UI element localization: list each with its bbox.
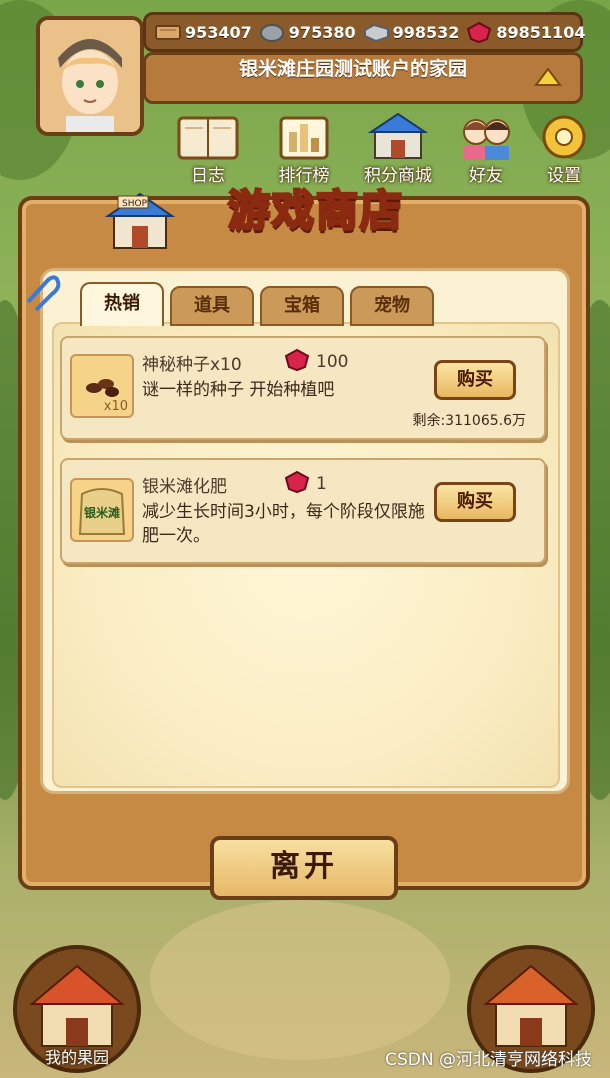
leave-button[interactable]: 离开 [210, 836, 398, 900]
item-name: 神秘种子x10 [142, 355, 242, 375]
iron-icon [362, 21, 390, 43]
my-orchard-label: 我的果园 [44, 1048, 109, 1067]
gem-count: 89851104 [496, 22, 586, 42]
nav-label-friends: 好友 [469, 166, 503, 186]
trophy-board-icon [269, 108, 339, 166]
item-price: 100 [284, 348, 348, 376]
iron-count: 998532 [392, 22, 460, 42]
fertilizer-bag-icon: 银米滩 [70, 478, 134, 542]
shop-item: x10 神秘种子x10 100 谜一样的种子 开始种植吧 购买 剩余:31106… [60, 336, 546, 440]
item-quantity-badge: x10 [103, 399, 128, 414]
tab-hot-sale[interactable]: 热销 [80, 282, 164, 326]
my-orchard-button[interactable]: 我的果园 [12, 944, 142, 1074]
nav-ranking[interactable]: 排行榜 [264, 108, 344, 186]
resource-wood: 953407 [154, 21, 252, 43]
player-avatar[interactable] [36, 16, 144, 136]
item-description: 减少生长时间3小时，每个阶段仅限施肥一次。 [142, 502, 425, 546]
friends-icon [451, 108, 521, 166]
shop-item: 银米滩 银米滩化肥 1 减少生长时间3小时，每个阶段仅限施肥一次。 购买 [60, 458, 546, 564]
buy-button[interactable]: 购买 [434, 360, 516, 400]
gem-icon [284, 348, 310, 376]
item-price-value: 1 [316, 474, 327, 494]
shop-tabs: 热销 道具 宝箱 宠物 [80, 282, 434, 326]
paperclip-icon [18, 268, 64, 314]
bag-label: 银米滩 [83, 506, 120, 520]
points-shop-icon [363, 108, 433, 166]
nav-settings[interactable]: 设置 [524, 108, 604, 186]
gem-icon [284, 470, 310, 498]
buy-button[interactable]: 购买 [434, 482, 516, 522]
item-name: 银米滩化肥 [142, 477, 227, 497]
seeds-icon: x10 [70, 354, 134, 418]
item-description: 谜一样的种子 开始种植吧 [142, 380, 335, 400]
gem-icon [465, 21, 493, 43]
item-price: 1 [284, 470, 327, 498]
resource-bar: 953407 975380 998532 89851104 [143, 12, 585, 52]
tab-pets[interactable]: 宠物 [350, 286, 434, 326]
resource-gem: 89851104 [465, 21, 585, 43]
wood-count: 953407 [185, 22, 252, 42]
watermark: CSDN @河北清亨网络科技 [385, 1050, 592, 1070]
wood-icon [154, 21, 182, 43]
nav-points-shop[interactable]: 积分商城 [358, 108, 438, 186]
svg-text:SHOP: SHOP [122, 199, 148, 209]
book-icon [173, 108, 243, 166]
shop-title: 游戏商店 [226, 185, 404, 237]
nav-label-settings: 设置 [547, 166, 581, 186]
home-name-bar: 银米滩庄园测试账户的家园 [143, 52, 583, 104]
stone-count: 975380 [288, 22, 356, 42]
resource-stone: 975380 [258, 21, 356, 43]
tab-props[interactable]: 道具 [170, 286, 254, 326]
gear-icon [529, 108, 599, 166]
shop-house-icon: SHOP [100, 188, 180, 254]
item-price-value: 100 [316, 352, 349, 372]
home-name: 银米滩庄园测试账户的家园 [238, 58, 467, 80]
item-remaining: 剩余:311065.6万 [412, 413, 526, 429]
resource-iron: 998532 [362, 21, 460, 43]
expand-arrow-icon[interactable] [532, 65, 564, 89]
nav-log[interactable]: 日志 [168, 108, 248, 186]
tab-chests[interactable]: 宝箱 [260, 286, 344, 326]
stone-icon [258, 21, 286, 43]
nav-friends[interactable]: 好友 [446, 108, 526, 186]
